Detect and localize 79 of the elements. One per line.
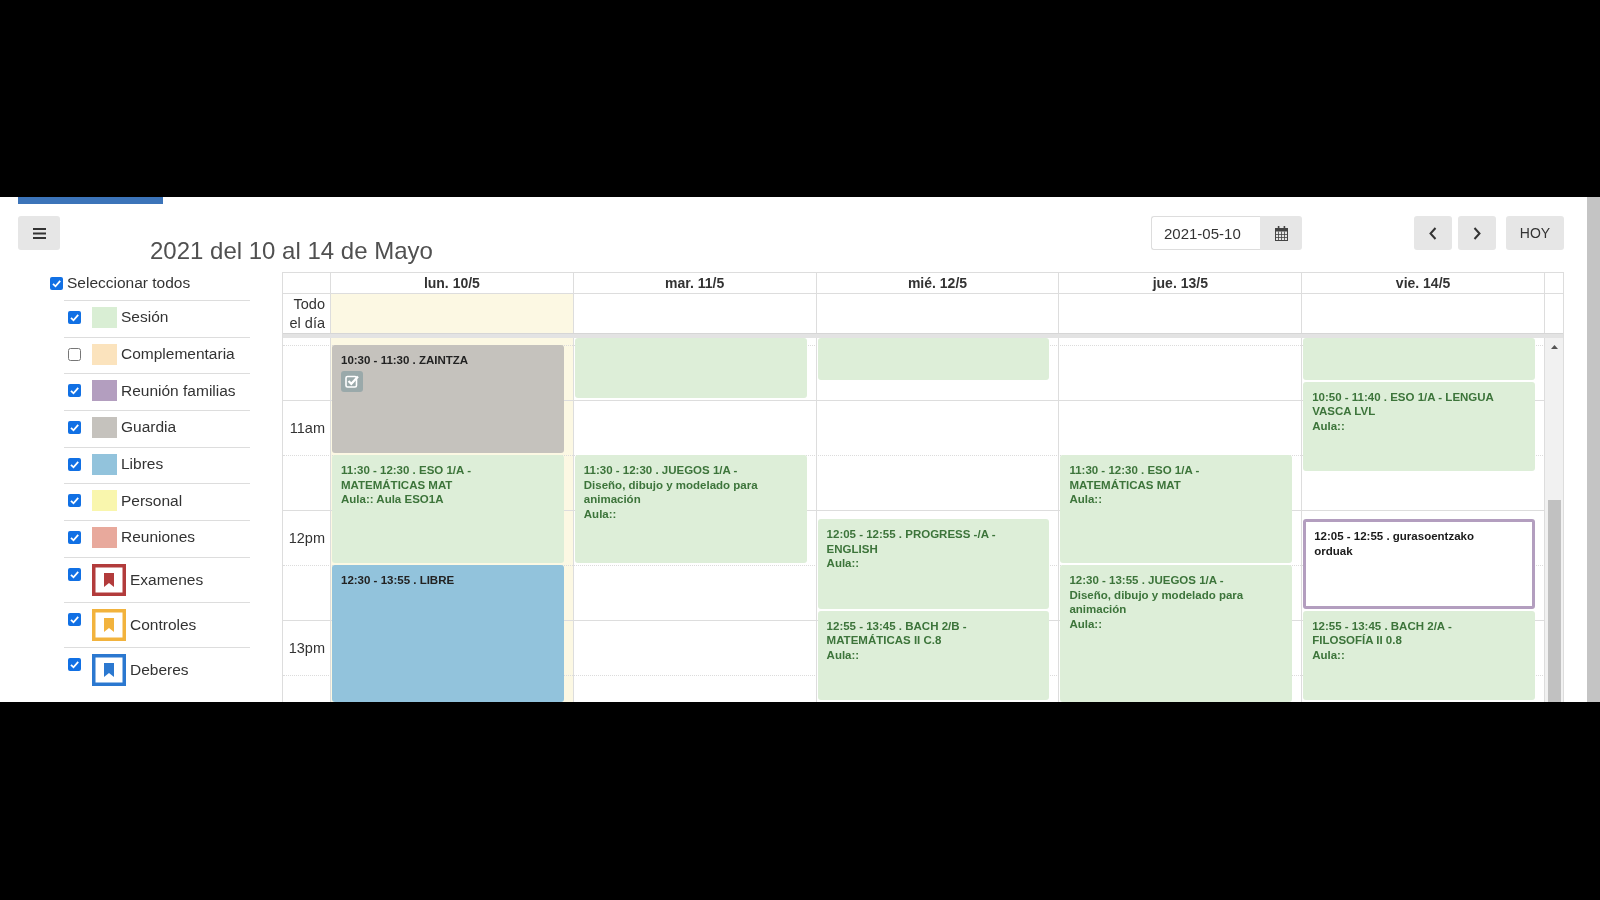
menu-icon — [32, 227, 46, 239]
calendar-event[interactable]: 12:05 - 12:55 . gurasoentzako orduak — [1303, 519, 1535, 609]
checkbox[interactable] — [68, 567, 81, 581]
calendar-event[interactable]: 11:30 - 12:30 . ESO 1/A - MATEMÁTICAS MAT Aula:: Aula ESO1A — [332, 455, 564, 563]
all-day-cell[interactable] — [330, 294, 573, 333]
day-header: mar. 11/5 — [572, 273, 816, 293]
filter-label: Personal — [121, 491, 183, 510]
filter-label: Complementaria — [121, 345, 235, 364]
event-description: Diseño, dibujo y modelado para animación — [1069, 587, 1245, 617]
page-scrollbar[interactable] — [1587, 197, 1600, 702]
event-room: Aula:: — [1312, 647, 1346, 663]
event-title: 12:05 - 12:55 . PROGRESS -/A - ENGLISH — [826, 527, 997, 557]
filter-label: Examenes — [130, 570, 204, 589]
day-header: lun. 10/5 — [330, 273, 573, 293]
select-all-label: Seleccionar todos — [67, 274, 191, 292]
week-title: 2021 del 10 al 14 de Mayo — [150, 236, 433, 266]
calendar-icon — [1274, 225, 1288, 241]
filter-label: Sesión — [121, 308, 169, 327]
calendar-event[interactable]: 12:55 - 13:45 . BACH 2/B - MATEMÁTICAS II C.8 Aula:: — [817, 610, 1050, 701]
menu-button[interactable] — [18, 216, 60, 250]
event-room: Aula:: — [826, 556, 861, 571]
calendar-event[interactable]: 12:30 - 13:55 . LIBRE — [332, 565, 564, 702]
filter-label: Guardia — [121, 418, 177, 437]
event-title: 11:30 - 12:30 . JUEGOS 1/A - — [583, 463, 739, 478]
filter-label: Deberes — [130, 660, 189, 679]
event-room: Aula:: Aula ESO1A — [341, 492, 445, 507]
calendar-event[interactable]: 12:05 - 12:55 . PROGRESS -/A - ENGLISH Aula:: — [817, 519, 1050, 609]
event-room: Aula:: — [826, 647, 861, 663]
day-header: jue. 13/5 — [1058, 273, 1302, 293]
filter-label: Reuniones — [121, 528, 196, 547]
calendar-event[interactable]: 11:30 - 12:30 . ESO 1/A - MATEMÁTICAS MAT Aula:: — [1060, 455, 1293, 563]
event-title: 11:30 - 12:30 . ESO 1/A - MATEMÁTICAS MAT — [341, 463, 472, 492]
event-description: Diseño, dibujo y modelado para animación — [583, 477, 759, 507]
checkbox[interactable] — [68, 384, 81, 398]
filter-label: Controles — [130, 615, 197, 634]
event-title: 12:55 - 13:45 . BACH 2/B - MATEMÁTICAS II C.8 — [826, 618, 968, 648]
event-room: Aula:: — [583, 506, 618, 521]
checkbox[interactable] — [68, 612, 81, 626]
time-label: 11am — [289, 420, 325, 436]
event-title: 12:30 - 13:55 . JUEGOS 1/A - — [1069, 573, 1225, 588]
event-title: 11:30 - 12:30 . ESO 1/A - MATEMÁTICAS MAT — [1069, 463, 1201, 492]
day-header: mié. 12/5 — [815, 273, 1059, 293]
event-title: 12:55 - 13:45 . BACH 2/A - FILOSOFÍA II 0.8 — [1312, 618, 1453, 648]
scrollbar[interactable] — [1544, 338, 1563, 702]
all-day-label: Todo el día — [288, 294, 325, 333]
calendar-event[interactable]: 12:55 - 13:45 . BACH 2/A - FILOSOFÍA II 0.8 Aula:: — [1303, 610, 1535, 701]
chevron-left-icon — [1429, 226, 1437, 240]
checkbox[interactable] — [68, 420, 81, 434]
event-room: Aula:: — [1069, 492, 1103, 507]
event-title: 12:30 - 13:55 . LIBRE — [341, 573, 456, 588]
event-title: 10:30 - 11:30 . ZAINTZA — [341, 353, 470, 368]
event-title: 12:05 - 12:55 . gurasoentzako orduak — [1314, 529, 1475, 559]
calendar-event[interactable]: 11:30 - 12:30 . JUEGOS 1/A - Diseño, dibujo y modelado para animación Aula:: — [574, 455, 807, 563]
event-title: 10:50 - 11:40 . ESO 1/A - LENGUA VASCA LVL — [1312, 389, 1495, 419]
filter-label: Reunión familias — [121, 381, 236, 400]
checkbox[interactable] — [68, 457, 81, 471]
checkbox[interactable] — [68, 657, 81, 671]
event-room: Aula:: — [1069, 616, 1103, 631]
checkbox[interactable] — [68, 310, 81, 324]
calendar-event[interactable]: 12:30 - 13:55 . JUEGOS 1/A - Diseño, dibujo y modelado para animación Aula:: — [1060, 565, 1293, 702]
checkbox[interactable] — [68, 347, 81, 361]
chevron-right-icon — [1473, 226, 1481, 240]
checkbox[interactable] — [68, 494, 81, 508]
calendar-event[interactable]: 10:30 - 11:30 . ZAINTZA — [332, 345, 564, 453]
calendar-event[interactable]: 10:50 - 11:40 . ESO 1/A - LENGUA VASCA LVL Aula:: — [1303, 381, 1535, 472]
day-header: vie. 14/5 — [1301, 273, 1544, 293]
today-button[interactable]: HOY — [1506, 216, 1564, 250]
event-room: Aula:: — [1312, 418, 1346, 434]
time-label: 13pm — [288, 640, 325, 656]
time-label: 12pm — [288, 530, 325, 546]
checkbox[interactable] — [50, 276, 63, 290]
scrollbar-thumb[interactable] — [1548, 500, 1561, 702]
next-button[interactable] — [1458, 216, 1496, 250]
filter-label: Libres — [121, 455, 164, 474]
previous-button[interactable] — [1414, 216, 1452, 250]
scroll-up-arrow-icon[interactable] — [1551, 345, 1558, 349]
checkbox[interactable] — [68, 530, 81, 544]
calendar-button[interactable] — [1260, 216, 1302, 250]
date-field[interactable]: 2021-05-10 — [1151, 216, 1260, 250]
